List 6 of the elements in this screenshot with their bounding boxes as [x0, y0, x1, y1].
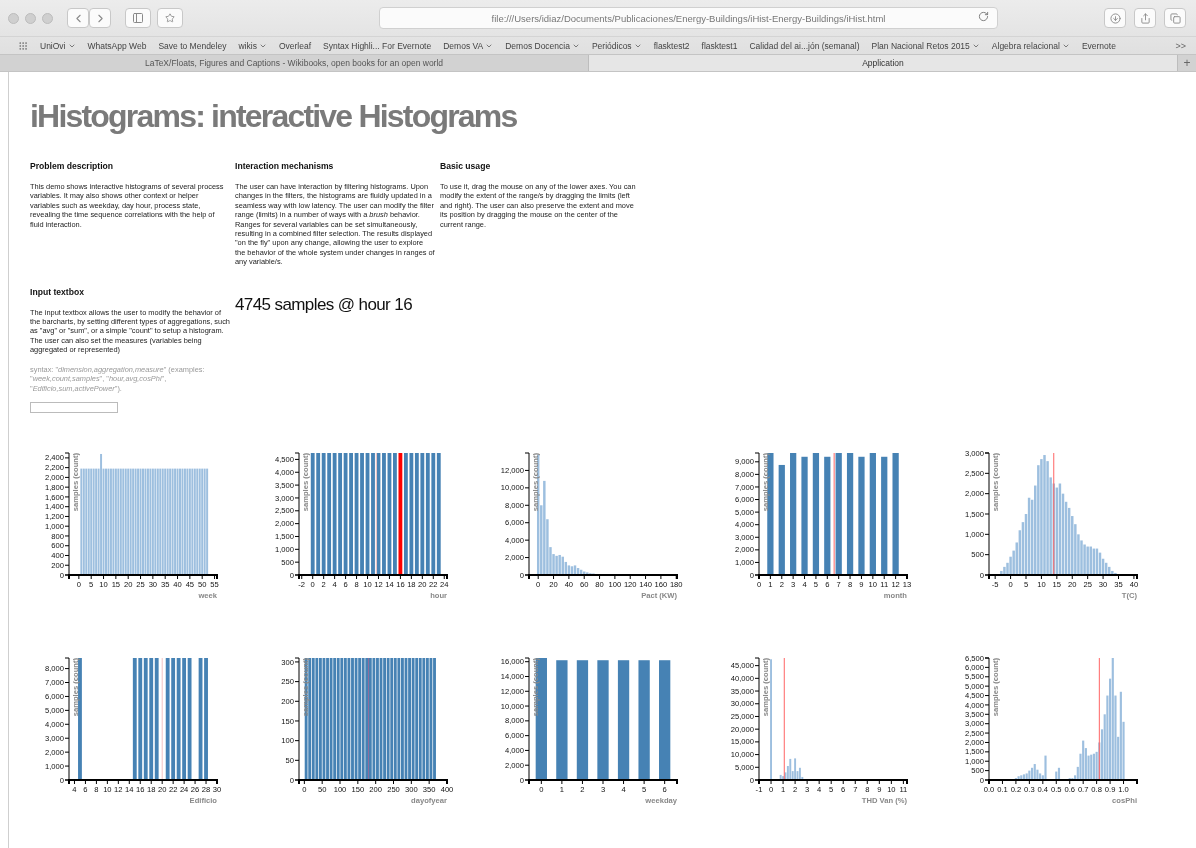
- section-heading: Basic usage: [440, 161, 492, 171]
- section-heading: Input textbox: [30, 286, 85, 297]
- section-heading: Problem description: [30, 161, 115, 171]
- page-title: iHistograms: interactive Histograms: [30, 98, 517, 135]
- sample-count: 4745 samples @ hour 16: [235, 294, 412, 315]
- section-heading: Interaction mechanisms: [235, 161, 335, 171]
